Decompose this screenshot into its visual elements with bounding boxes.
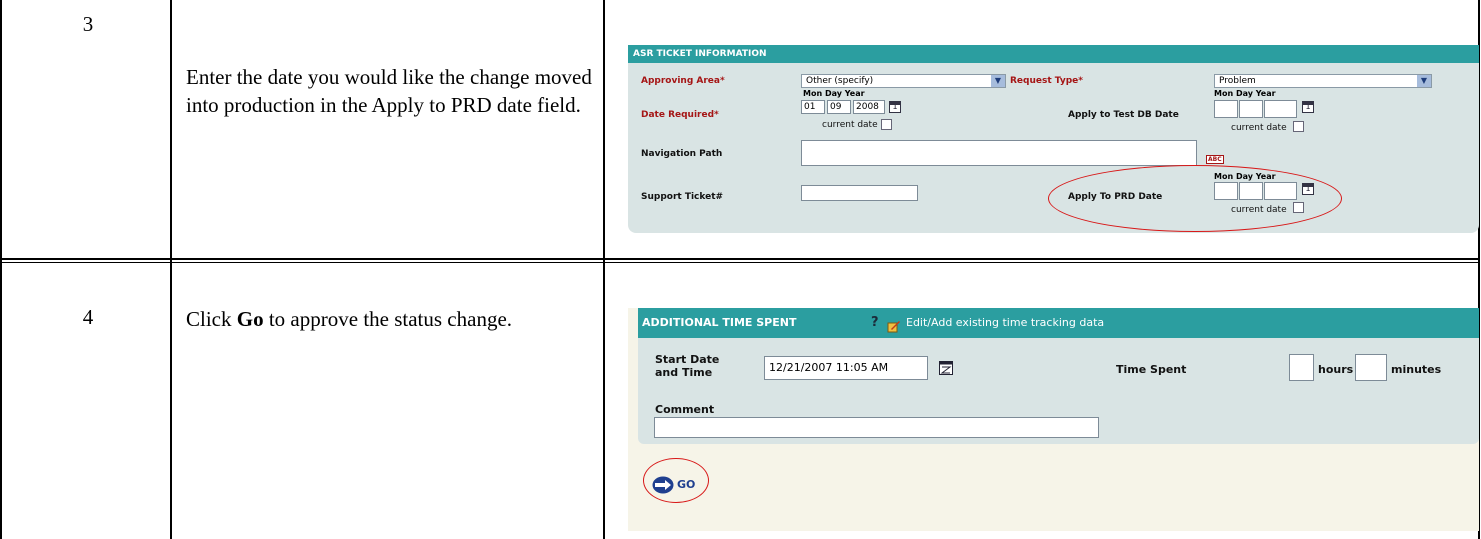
instruction-text: Click (186, 307, 237, 331)
minutes-input[interactable] (1355, 354, 1387, 381)
panel-title-text: ADDITIONAL TIME SPENT (642, 316, 797, 329)
highlight-ellipse (643, 458, 709, 503)
panel-title: ASR TICKET INFORMATION (628, 45, 1479, 63)
edit-time-link[interactable]: Edit/Add existing time tracking data (906, 308, 1104, 338)
current-date-label: current date (1231, 123, 1287, 133)
date-required-day[interactable]: 09 (827, 100, 851, 114)
go-keyword: Go (236, 307, 264, 331)
calendar-icon[interactable]: 1 (889, 101, 901, 113)
step-number: 4 (82, 305, 94, 329)
time-panel-body: ADDITIONAL TIME SPENT ? Edit/Add existin… (638, 308, 1479, 444)
navigation-path-label: Navigation Path (641, 149, 723, 159)
spellcheck-icon[interactable]: ABC (1206, 155, 1224, 164)
request-type-label: Request Type* (1010, 76, 1083, 86)
apply-test-db-date-label: Apply to Test DB Date (1068, 110, 1179, 120)
test-date-day[interactable] (1239, 100, 1263, 118)
table-row-separator-2 (0, 262, 1480, 263)
date-required-month[interactable]: 01 (801, 100, 825, 114)
table-border-left (0, 0, 2, 539)
table-divider-2 (603, 0, 605, 539)
current-date-checkbox[interactable] (881, 119, 892, 130)
date-required-year[interactable]: 2008 (853, 100, 885, 114)
hours-label: hours (1318, 363, 1354, 376)
start-date-input[interactable]: 12/21/2007 11:05 AM (764, 356, 928, 380)
asr-ticket-panel: ASR TICKET INFORMATION Approving Area* O… (628, 45, 1479, 233)
step-number: 3 (82, 12, 94, 36)
navigation-path-input[interactable] (801, 140, 1197, 166)
date-header: Mon Day Year (803, 89, 865, 98)
chevron-down-icon[interactable]: ▼ (1417, 75, 1431, 87)
table-row-separator (0, 258, 1480, 260)
calendar-icon[interactable] (939, 360, 953, 375)
current-date-checkbox[interactable] (1293, 121, 1304, 132)
current-date-label: current date (822, 120, 878, 130)
approving-area-label: Approving Area* (641, 76, 725, 86)
calendar-icon[interactable]: 1 (1302, 101, 1314, 113)
comment-input[interactable] (654, 417, 1099, 438)
test-date-month[interactable] (1214, 100, 1238, 118)
panel-title: ADDITIONAL TIME SPENT ? Edit/Add existin… (638, 308, 1479, 338)
time-spent-label: Time Spent (1116, 363, 1187, 376)
table-divider-1 (170, 0, 172, 539)
minutes-label: minutes (1391, 363, 1442, 376)
edit-pencil-icon[interactable] (887, 315, 901, 333)
step-instruction: Click Go to approve the status change. (186, 305, 596, 333)
request-type-value: Problem (1219, 76, 1256, 86)
date-header: Mon Day Year (1214, 89, 1276, 98)
approving-area-value: Other (specify) (806, 76, 874, 86)
support-ticket-label: Support Ticket# (641, 192, 724, 202)
start-date-label: Start Date and Time (655, 353, 720, 379)
date-required-label: Date Required* (641, 110, 719, 120)
test-date-year[interactable] (1264, 100, 1297, 118)
support-ticket-input[interactable] (801, 185, 918, 201)
help-icon[interactable]: ? (871, 308, 879, 338)
highlight-ellipse (1048, 165, 1342, 232)
approving-area-select[interactable]: Other (specify) ▼ (801, 74, 1006, 88)
hours-input[interactable] (1289, 354, 1314, 381)
request-type-select[interactable]: Problem ▼ (1214, 74, 1432, 88)
instruction-text: to approve the status change. (263, 307, 513, 331)
additional-time-panel: ADDITIONAL TIME SPENT ? Edit/Add existin… (628, 308, 1479, 531)
comment-label: Comment (655, 403, 715, 416)
chevron-down-icon[interactable]: ▼ (991, 75, 1005, 87)
step-instruction: Enter the date you would like the change… (186, 65, 592, 117)
